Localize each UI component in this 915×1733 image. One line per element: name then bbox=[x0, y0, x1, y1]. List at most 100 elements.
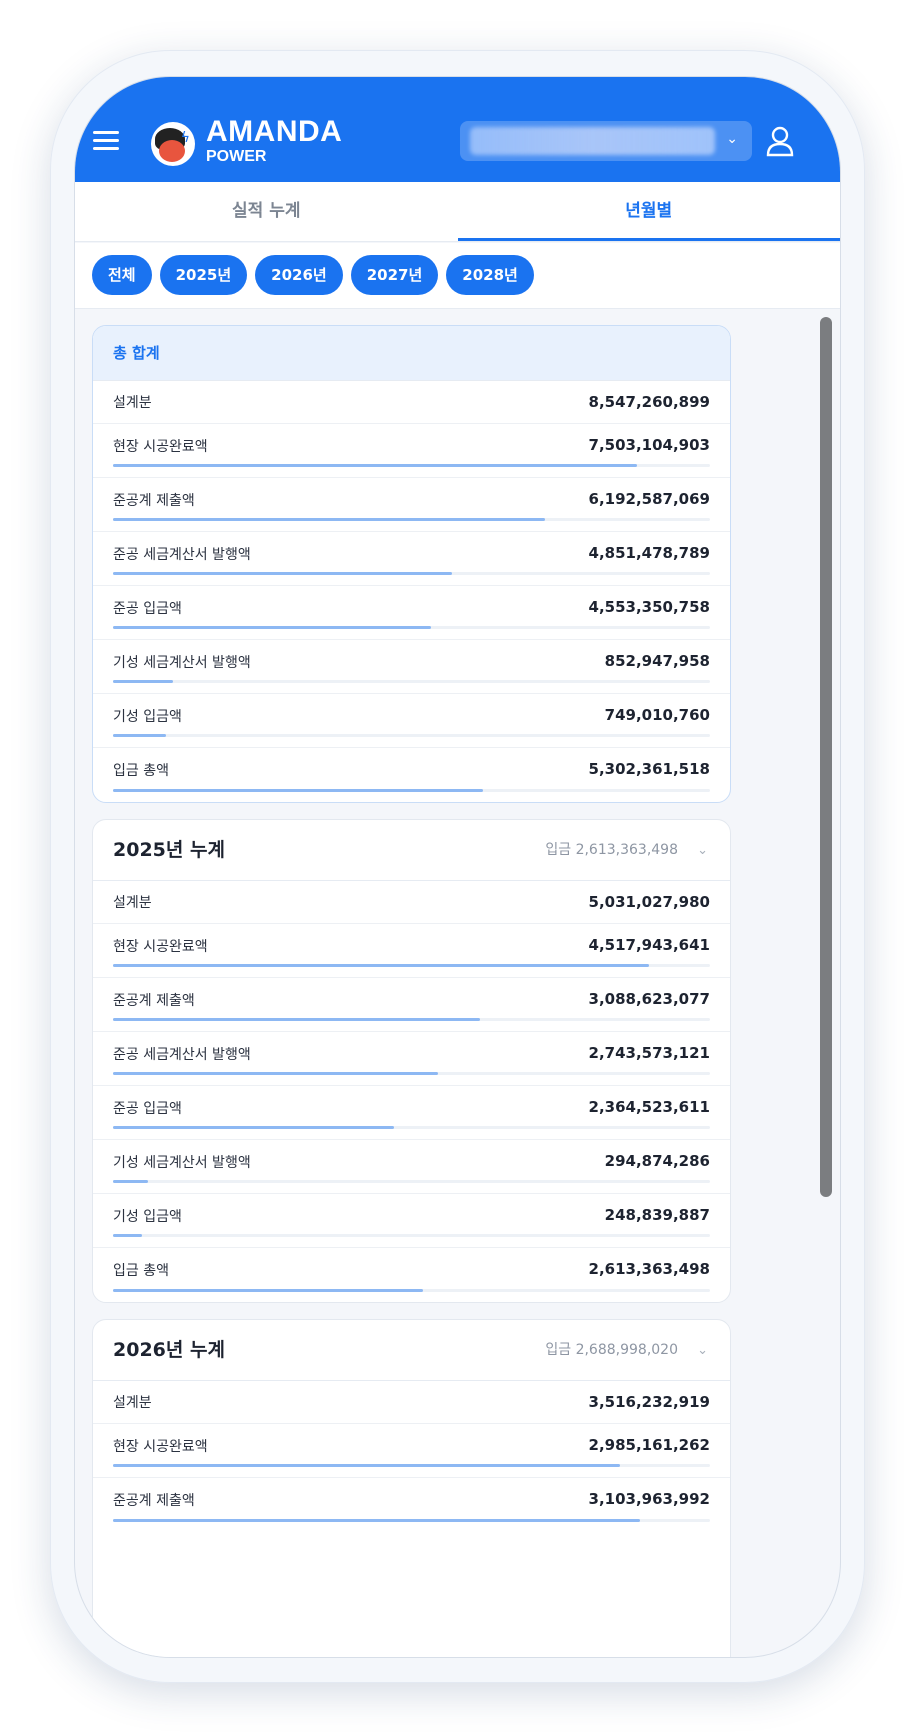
metric-value: 2,985,161,262 bbox=[588, 1436, 710, 1454]
progress-fill bbox=[113, 680, 173, 683]
progress-fill bbox=[113, 572, 453, 575]
progress-track bbox=[113, 1289, 710, 1292]
metric-value: 852,947,958 bbox=[604, 652, 710, 670]
app-header: ϟ AMANDA POWER ⌄ bbox=[75, 77, 840, 182]
progress-fill bbox=[113, 1289, 423, 1292]
metric-value: 2,364,523,611 bbox=[588, 1098, 710, 1116]
metric-label: 기성 세금계산서 발행액 bbox=[113, 1155, 251, 1171]
progress-track bbox=[113, 1464, 710, 1467]
scrollbar[interactable] bbox=[820, 317, 832, 1197]
logo-avatar-icon: ϟ bbox=[151, 122, 195, 166]
metric-row: 준공 세금계산서 발행액 4,851,478,789 bbox=[93, 532, 730, 586]
chevron-down-icon: ⌄ bbox=[726, 131, 738, 147]
brand-name: AMANDA bbox=[206, 115, 343, 148]
progress-track bbox=[113, 734, 710, 737]
metric-row: 준공 입금액 2,364,523,611 bbox=[93, 1086, 730, 1140]
metric-row: 준공 세금계산서 발행액 2,743,573,121 bbox=[93, 1032, 730, 1086]
metric-label: 기성 입금액 bbox=[113, 709, 182, 725]
phone-screen: ϟ AMANDA POWER ⌄ 실적 누계 년월별 전체 2025년 2026… bbox=[75, 77, 840, 1657]
metric-label: 설계분 bbox=[113, 895, 152, 911]
metric-value: 4,851,478,789 bbox=[588, 544, 710, 562]
tab-by-year-month[interactable]: 년월별 bbox=[457, 182, 840, 241]
metric-row: 설계분 8,547,260,899 bbox=[93, 381, 730, 424]
total-card-header: 총 합계 bbox=[93, 326, 730, 381]
tab-cumulative[interactable]: 실적 누계 bbox=[75, 182, 458, 241]
progress-track bbox=[113, 464, 710, 467]
year-card-2026: 2026년 누계 입금 2,688,998,020 ⌄ 설계분 3,516,23… bbox=[92, 1319, 731, 1657]
progress-track bbox=[113, 572, 710, 575]
metric-value: 749,010,760 bbox=[604, 706, 710, 724]
metric-value: 5,031,027,980 bbox=[588, 893, 710, 911]
content-scroll[interactable]: 총 합계 설계분 8,547,260,899 현장 시공완료액 7,503,104… bbox=[75, 310, 840, 1657]
year-card-header[interactable]: 2025년 누계 입금 2,613,363,498 ⌄ bbox=[93, 820, 730, 881]
chevron-down-icon[interactable]: ⌄ bbox=[697, 820, 708, 881]
progress-fill bbox=[113, 1072, 439, 1075]
progress-fill bbox=[113, 734, 166, 737]
total-card-title: 총 합계 bbox=[113, 344, 160, 362]
chevron-down-icon[interactable]: ⌄ bbox=[697, 1320, 708, 1381]
progress-track bbox=[113, 1180, 710, 1183]
user-icon[interactable] bbox=[765, 125, 795, 157]
metric-value: 2,613,363,498 bbox=[588, 1260, 710, 1278]
metric-row: 준공계 제출액 3,103,963,992 bbox=[93, 1478, 730, 1532]
menu-icon[interactable] bbox=[93, 131, 119, 151]
metric-row: 준공계 제출액 3,088,623,077 bbox=[93, 978, 730, 1032]
year-filter-2025[interactable]: 2025년 bbox=[159, 255, 248, 295]
progress-fill bbox=[113, 518, 546, 521]
company-select[interactable]: ⌄ bbox=[460, 121, 752, 161]
metric-label: 설계분 bbox=[113, 1395, 152, 1411]
metric-label: 준공계 제출액 bbox=[113, 493, 195, 509]
progress-track bbox=[113, 1519, 710, 1522]
progress-track bbox=[113, 518, 710, 521]
metric-row: 현장 시공완료액 7,503,104,903 bbox=[93, 424, 730, 478]
year-filter-2026[interactable]: 2026년 bbox=[255, 255, 343, 295]
metric-label: 입금 총액 bbox=[113, 1263, 169, 1279]
progress-track bbox=[113, 1072, 710, 1075]
metric-row: 기성 세금계산서 발행액 852,947,958 bbox=[93, 640, 730, 694]
metric-value: 3,103,963,992 bbox=[588, 1490, 710, 1508]
progress-fill bbox=[113, 1234, 143, 1237]
progress-track bbox=[113, 964, 710, 967]
metric-row: 기성 세금계산서 발행액 294,874,286 bbox=[93, 1140, 730, 1194]
metric-row: 준공계 제출액 6,192,587,069 bbox=[93, 478, 730, 532]
metric-label: 준공 세금계산서 발행액 bbox=[113, 547, 251, 563]
progress-track bbox=[113, 1234, 710, 1237]
metric-label: 입금 총액 bbox=[113, 763, 169, 779]
metric-value: 3,516,232,919 bbox=[588, 1393, 710, 1411]
metric-value: 7,503,104,903 bbox=[588, 436, 710, 454]
metric-label: 설계분 bbox=[113, 395, 152, 411]
brand-subname: POWER bbox=[206, 148, 267, 165]
metric-value: 248,839,887 bbox=[604, 1206, 710, 1224]
metric-row: 현장 시공완료액 2,985,161,262 bbox=[93, 1424, 730, 1478]
metric-value: 4,517,943,641 bbox=[588, 936, 710, 954]
year-card-header[interactable]: 2026년 누계 입금 2,688,998,020 ⌄ bbox=[93, 1320, 730, 1381]
metric-row: 기성 입금액 248,839,887 bbox=[93, 1194, 730, 1248]
brand-logo[interactable]: AMANDA POWER bbox=[206, 117, 342, 165]
year-filter-2028[interactable]: 2028년 bbox=[446, 255, 534, 295]
metric-label: 현장 시공완료액 bbox=[113, 439, 208, 455]
progress-fill bbox=[113, 464, 638, 467]
progress-track bbox=[113, 1126, 710, 1129]
progress-fill bbox=[113, 626, 432, 629]
progress-fill bbox=[113, 1126, 394, 1129]
total-card: 총 합계 설계분 8,547,260,899 현장 시공완료액 7,503,104… bbox=[92, 325, 731, 803]
progress-fill bbox=[113, 964, 650, 967]
progress-fill bbox=[113, 1519, 641, 1522]
progress-track bbox=[113, 1018, 710, 1021]
metric-row: 현장 시공완료액 4,517,943,641 bbox=[93, 924, 730, 978]
progress-track bbox=[113, 789, 710, 792]
metric-value: 3,088,623,077 bbox=[588, 990, 710, 1008]
tab-bar: 실적 누계 년월별 bbox=[75, 182, 840, 242]
year-filter-all[interactable]: 전체 bbox=[92, 255, 152, 295]
metric-label: 준공계 제출액 bbox=[113, 993, 195, 1009]
metric-row: 설계분 3,516,232,919 bbox=[93, 1381, 730, 1424]
metric-value: 294,874,286 bbox=[604, 1152, 710, 1170]
metric-row: 입금 총액 5,302,361,518 bbox=[93, 748, 730, 802]
metric-label: 준공계 제출액 bbox=[113, 1493, 195, 1509]
metric-label: 준공 입금액 bbox=[113, 601, 182, 617]
metric-value: 6,192,587,069 bbox=[588, 490, 710, 508]
year-filter-2027[interactable]: 2027년 bbox=[350, 255, 439, 295]
metric-label: 기성 세금계산서 발행액 bbox=[113, 655, 251, 671]
metric-label: 준공 입금액 bbox=[113, 1101, 182, 1117]
metric-value: 8,547,260,899 bbox=[588, 393, 710, 411]
